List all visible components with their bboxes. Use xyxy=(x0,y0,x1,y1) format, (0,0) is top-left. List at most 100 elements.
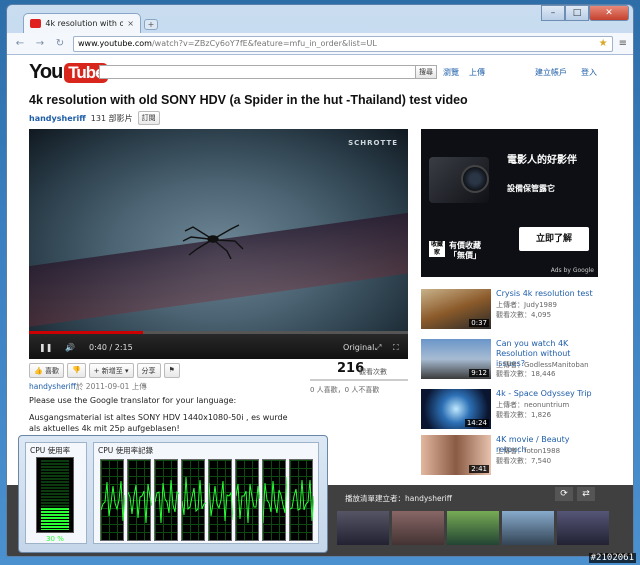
ad-subtitle: 設備保管露它 xyxy=(507,184,555,193)
search-button[interactable]: 搜尋 xyxy=(415,65,437,79)
create-account-link[interactable]: 建立帳戶 xyxy=(535,67,567,78)
share-button[interactable]: 分享 xyxy=(136,363,161,378)
view-count-label: 觀看次數 xyxy=(359,368,387,376)
url-host: www.youtube.com xyxy=(78,39,152,48)
related-thumb-1[interactable]: 0:37 xyxy=(421,289,491,329)
related-thumb-4[interactable]: 2:41 xyxy=(421,435,491,475)
progress-fill xyxy=(29,331,143,334)
cpu-history-panel: CPU 使用率記錄 xyxy=(93,442,319,544)
related-thumb-3[interactable]: 14:24 xyxy=(421,389,491,429)
shuffle-icon[interactable]: ⇄ xyxy=(577,487,595,501)
related-title-3[interactable]: 4k - Space Odyssey Trip xyxy=(496,389,596,399)
url-text: www.youtube.com/watch?v=ZBzCy6oY7fE&feat… xyxy=(78,39,595,48)
bookmark-star-icon[interactable]: ★ xyxy=(599,38,608,49)
playlist-thumb[interactable] xyxy=(502,511,554,545)
address-bar[interactable]: www.youtube.com/watch?v=ZBzCy6oY7fE&feat… xyxy=(73,35,613,52)
sign-in-link[interactable]: 登入 xyxy=(581,67,597,78)
video-watermark: SCHROTTE xyxy=(348,139,398,147)
related-views-2: 觀看次數：18,446 xyxy=(496,370,556,378)
related-views-3: 觀看次數：1,826 xyxy=(496,411,552,419)
ad-title: 電影人的好影伴 xyxy=(507,155,577,166)
browse-link[interactable]: 瀏覽 xyxy=(443,67,459,78)
cpu-core-graph xyxy=(127,459,153,541)
related-video-4[interactable]: 2:41 4K movie / Beauty retouch 上傳者：foton… xyxy=(421,435,601,479)
task-manager-overlay: CPU 使用率 30 % CPU 使用率記錄 xyxy=(18,435,328,553)
search-input[interactable] xyxy=(99,65,417,79)
video-count: 131 部影片 xyxy=(90,113,133,123)
close-window-button[interactable]: ✕ xyxy=(589,5,629,21)
playlist-thumb[interactable] xyxy=(392,511,444,545)
cpu-core-graph xyxy=(100,459,126,541)
video-player[interactable]: SCHROTTE ❚❚ 🔊 0:40 / 2:15 Original ⤢ ⛶ xyxy=(29,129,408,359)
cpu-core-graph xyxy=(154,459,180,541)
cpu-usage-panel: CPU 使用率 30 % xyxy=(25,442,87,544)
youtube-logo[interactable]: You Tube xyxy=(29,61,108,84)
like-button[interactable]: 👍 喜歡 xyxy=(29,363,64,378)
window-controls: – □ ✕ xyxy=(541,5,629,21)
url-path: /watch?v=ZBzCy6oY7fE&feature=mfu_in_orde… xyxy=(151,39,377,48)
related-video-2[interactable]: 9:12 Can you watch 4K Resolution without… xyxy=(421,339,601,383)
playlist-thumbnails xyxy=(337,511,609,545)
browser-tab[interactable]: 4k resolution with old SO × xyxy=(23,13,141,33)
related-title-1[interactable]: Crysis 4k resolution test xyxy=(496,289,596,299)
fullscreen-icon[interactable]: ⛶ xyxy=(393,343,399,353)
action-bar: 👍 喜歡 👎 + 新增至 ▾ 分享 ⚑ xyxy=(29,363,180,378)
channel-link[interactable]: handysheriff xyxy=(29,114,86,123)
logo-you: You xyxy=(29,61,63,83)
ad-cta-button[interactable]: 立即了解 xyxy=(519,227,589,251)
new-tab-button[interactable]: + xyxy=(144,19,158,30)
wrench-menu-icon[interactable]: ≡ xyxy=(619,38,627,49)
reload-icon[interactable]: ↻ xyxy=(53,37,67,51)
repeat-icon[interactable]: ⟳ xyxy=(555,487,573,501)
popout-icon[interactable]: ⤢ xyxy=(375,343,381,353)
camera-lens xyxy=(461,165,489,193)
spider-image xyxy=(182,224,244,259)
playlist-thumb[interactable] xyxy=(337,511,389,545)
progress-bar[interactable] xyxy=(29,331,408,334)
flag-button[interactable]: ⚑ xyxy=(163,363,180,378)
cpu-history-label: CPU 使用率記錄 xyxy=(98,446,154,455)
title-bar: 4k resolution with old SO × + – □ ✕ xyxy=(7,5,633,33)
upload-info: handysheriff於 2011-09-01 上傳 xyxy=(29,382,147,391)
cpu-usage-meter: 30 % xyxy=(36,457,74,543)
description-line-1: Please use the Google translator for you… xyxy=(29,396,237,405)
minimize-button[interactable]: – xyxy=(541,5,565,21)
related-uploader-3: 上傳者：neonuntrium xyxy=(496,401,570,409)
cpu-core-graph xyxy=(181,459,207,541)
forward-icon[interactable]: → xyxy=(33,37,47,51)
dislike-button[interactable]: 👎 xyxy=(66,363,86,378)
cpu-usage-label: CPU 使用率 xyxy=(30,446,71,455)
subscribe-button[interactable]: 訂閱 xyxy=(137,111,160,125)
upload-user-link[interactable]: handysheriff xyxy=(29,382,76,391)
like-ratio-bar xyxy=(310,379,408,381)
ad-logo: 收藏家 xyxy=(429,241,445,257)
playlist-thumb[interactable] xyxy=(557,511,609,545)
cpu-core-graph xyxy=(289,459,315,541)
related-uploader-4: 上傳者：foton1988 xyxy=(496,447,561,455)
ad-tagline: 有價收藏 「無價」 xyxy=(449,241,481,260)
volume-icon[interactable]: 🔊 xyxy=(65,343,75,352)
related-uploader-1: 上傳者：Judy1989 xyxy=(496,301,557,309)
tab-close-icon[interactable]: × xyxy=(127,19,134,28)
related-thumb-2[interactable]: 9:12 xyxy=(421,339,491,379)
related-views-1: 觀看次數：4,095 xyxy=(496,311,552,319)
video-description: Please use the Google translator for you… xyxy=(29,395,289,434)
player-controls: ❚❚ 🔊 0:40 / 2:15 Original ⤢ ⛶ xyxy=(29,331,408,359)
cpu-percent: 30 % xyxy=(46,535,64,543)
maximize-button[interactable]: □ xyxy=(565,5,589,21)
ad-banner[interactable]: 電影人的好影伴 設備保管露它 收藏家 有價收藏 「無價」 立即了解 Ads by … xyxy=(421,129,598,277)
video-frame[interactable]: SCHROTTE xyxy=(29,129,408,331)
playlist-header: 播放清單建立者：handysheriff xyxy=(345,494,452,503)
related-video-1[interactable]: 0:37 Crysis 4k resolution test 上傳者：Judy1… xyxy=(421,289,601,333)
pause-icon[interactable]: ❚❚ xyxy=(39,343,52,352)
upload-link[interactable]: 上傳 xyxy=(469,67,485,78)
playlist-thumb[interactable] xyxy=(447,511,499,545)
time-display: 0:40 / 2:15 xyxy=(89,343,133,352)
related-video-3[interactable]: 14:24 4k - Space Odyssey Trip 上傳者：neonun… xyxy=(421,389,601,433)
quality-label[interactable]: Original xyxy=(343,343,374,352)
ads-by-google[interactable]: Ads by Google xyxy=(551,267,594,274)
related-uploader-2: 上傳者：GodlessManitoban xyxy=(496,361,589,369)
back-icon[interactable]: ← xyxy=(13,37,27,51)
add-to-button[interactable]: + 新增至 ▾ xyxy=(88,363,134,378)
description-line-2: Ausgangsmaterial ist altes SONY HDV 1440… xyxy=(29,413,288,433)
